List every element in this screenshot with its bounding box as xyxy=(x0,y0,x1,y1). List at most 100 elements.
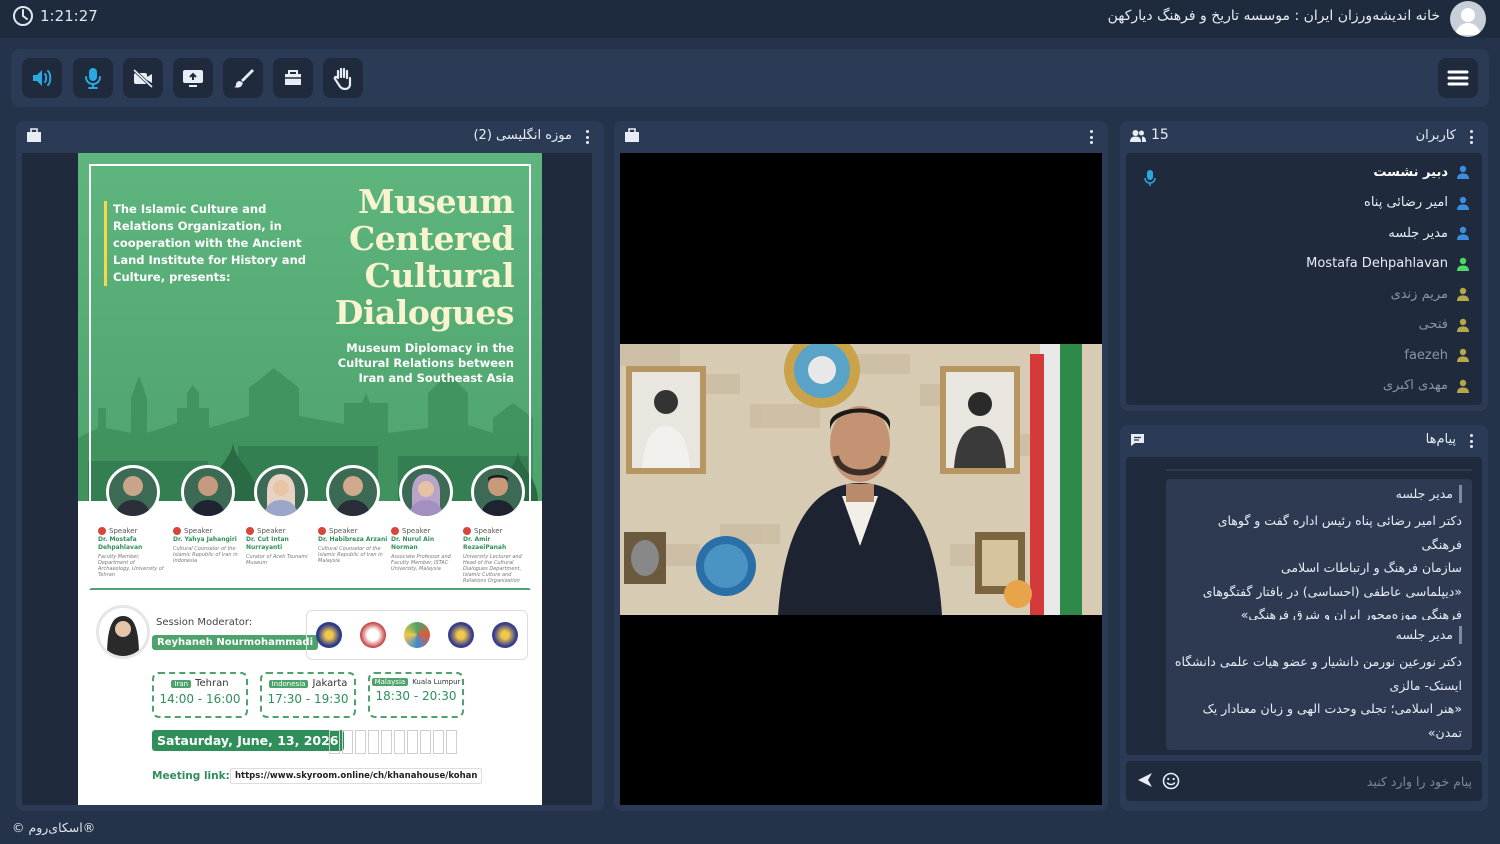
screen-share-button[interactable] xyxy=(173,58,213,98)
user-icon xyxy=(1456,257,1470,271)
camera-button[interactable] xyxy=(123,58,163,98)
organizer-logo xyxy=(448,622,474,648)
user-name: امیر رضائی پناه xyxy=(1364,195,1448,210)
user-list-item[interactable]: امیر رضائی پناه xyxy=(1364,192,1470,214)
user-list-item[interactable]: فتحی xyxy=(1419,314,1470,336)
chat-input-bar xyxy=(1126,761,1482,801)
speaker-card: Speaker Dr. Habibreza Arzani Cultural Co… xyxy=(318,465,388,564)
speaker-photo xyxy=(471,465,525,519)
user-name: faezeh xyxy=(1404,347,1448,363)
speaker-card: Speaker Dr. Mostafa Dehpahlavan Faculty … xyxy=(98,465,168,578)
user-list-item[interactable]: دبیر نشست xyxy=(1373,161,1470,183)
raise-hand-icon xyxy=(332,66,354,90)
user-count: 15 xyxy=(1151,127,1169,143)
document-viewer[interactable]: The Islamic Culture and Relations Organi… xyxy=(22,153,592,805)
user-icon xyxy=(1456,287,1470,301)
user-icon xyxy=(1456,196,1470,210)
speaker-video-frame xyxy=(620,344,1102,615)
user-list-item[interactable]: Mostafa Dehpahlavan xyxy=(1306,253,1470,275)
brand-footer: ®اسکای‌روم © xyxy=(12,820,96,835)
video-panel-header xyxy=(614,121,1108,151)
event-poster: The Islamic Culture and Relations Organi… xyxy=(78,153,542,805)
time-box: Iran Tehran 14:00 - 16:00 xyxy=(152,672,248,718)
speaker-card: Speaker Dr. Yahya Jahangiri Cultural Cou… xyxy=(173,465,243,564)
organizer-logo xyxy=(360,622,386,648)
video-panel xyxy=(614,121,1108,811)
event-times: Iran Tehran 14:00 - 16:00 Indonesia Jakart… xyxy=(152,672,464,718)
organizer-logos xyxy=(306,610,528,660)
room-title: خانه اندیشه‌ورزان ایران : موسسه تاریخ و … xyxy=(1107,8,1440,24)
document-panel-header: موزه انگلیسی (2) xyxy=(16,121,604,151)
brush-icon xyxy=(232,67,254,89)
user-icon xyxy=(1456,379,1470,393)
raise-hand-button[interactable] xyxy=(323,58,363,98)
main-menu-button[interactable] xyxy=(1438,58,1478,98)
more-options-icon[interactable] xyxy=(1464,433,1478,449)
poster-subtitle: Museum Diplomacy in the Cultural Relatio… xyxy=(337,341,514,385)
camera-off-icon xyxy=(131,67,155,89)
users-icon xyxy=(1130,129,1146,142)
organizer-logo xyxy=(492,622,518,648)
organizer-logo xyxy=(404,622,430,648)
files-button[interactable] xyxy=(273,58,313,98)
poster-intro: The Islamic Culture and Relations Organi… xyxy=(104,201,314,286)
user-name: Mostafa Dehpahlavan xyxy=(1306,256,1448,271)
microphone-button[interactable] xyxy=(73,58,113,98)
message-text: دکتر نورعین نورمن دانشیار و عضو هیات علم… xyxy=(1174,654,1462,740)
more-options-icon[interactable] xyxy=(1464,129,1478,145)
speaker-card: Speaker Dr. Nurul Ain Norman Associate P… xyxy=(391,465,461,572)
hamburger-icon xyxy=(1447,69,1469,87)
user-list-item[interactable]: مریم زندی xyxy=(1391,283,1470,305)
more-options-icon[interactable] xyxy=(580,129,594,145)
timer-text: 1:21:27 xyxy=(40,7,98,25)
whiteboard-button[interactable] xyxy=(223,58,263,98)
user-list-item[interactable]: مهدی اکبری xyxy=(1383,375,1470,397)
user-name: مریم زندی xyxy=(1390,286,1448,302)
microphone-icon xyxy=(83,66,103,90)
user-avatar[interactable] xyxy=(1450,1,1486,37)
time-box: Indonesia Jakarta 17:30 - 19:30 xyxy=(260,672,356,718)
toolbar xyxy=(11,49,1489,107)
speaker-photo xyxy=(181,465,235,519)
speaker-photo xyxy=(399,465,453,519)
user-list-item[interactable]: مدیر جلسه xyxy=(1388,222,1470,244)
user-icon xyxy=(1456,348,1470,362)
user-name: مدیر جلسه xyxy=(1388,225,1448,241)
users-panel: 15 کاربران دبیر نشست امیر رضائی پناه مدیر … xyxy=(1120,121,1488,411)
user-name: مهدی اکبری xyxy=(1382,378,1448,393)
speaker-button[interactable] xyxy=(22,58,62,98)
user-list-item[interactable]: faezeh xyxy=(1404,344,1470,366)
moderator-photo xyxy=(96,605,150,659)
folder-icon xyxy=(624,128,640,143)
speaker-photo xyxy=(254,465,308,519)
speaker-icon xyxy=(30,67,54,89)
user-icon xyxy=(1456,318,1470,332)
chat-panel-header: پیام‌ها xyxy=(1120,425,1488,455)
users-panel-header: 15 کاربران xyxy=(1120,121,1488,151)
moderator-name: Reyhaneh Nourmohammadi xyxy=(152,635,318,650)
emoji-icon[interactable] xyxy=(1162,772,1180,790)
speaker-card: Speaker Dr. Cut Intan Nurrayanti Curator… xyxy=(246,465,316,566)
more-options-icon[interactable] xyxy=(1084,129,1098,145)
user-name: دبیر نشست xyxy=(1373,164,1448,180)
chat-bubble-icon xyxy=(1130,433,1145,447)
message-sender: مدیر جلسه xyxy=(1174,626,1462,644)
date-decoration xyxy=(329,730,457,754)
chat-message-input[interactable] xyxy=(1192,770,1472,792)
speakers-row: Speaker Dr. Mostafa Dehpahlavan Faculty … xyxy=(78,465,542,590)
chat-message: مدیر جلسه دکتر امیر رضائی پناه رئیس ادار… xyxy=(1166,479,1472,633)
poster-title: Museum Centered Cultural Dialogues xyxy=(334,182,515,332)
chat-message: مدیر جلسه دکتر نورعین نورمن دانشیار و عض… xyxy=(1166,620,1472,750)
speaker-photo xyxy=(326,465,380,519)
document-panel: موزه انگلیسی (2) The Islamic Culture and… xyxy=(16,121,604,811)
screen-share-icon xyxy=(181,67,205,89)
folder-icon xyxy=(282,67,304,89)
moderator-label: Session Moderator: xyxy=(156,617,253,628)
chat-title: پیام‌ها xyxy=(1425,432,1456,447)
user-icon xyxy=(1456,165,1470,179)
video-stream[interactable] xyxy=(620,153,1102,805)
users-title: کاربران xyxy=(1415,128,1456,143)
session-timer: 1:21:27 xyxy=(12,5,98,27)
send-icon[interactable] xyxy=(1137,772,1153,788)
user-name: فتحی xyxy=(1418,317,1448,332)
